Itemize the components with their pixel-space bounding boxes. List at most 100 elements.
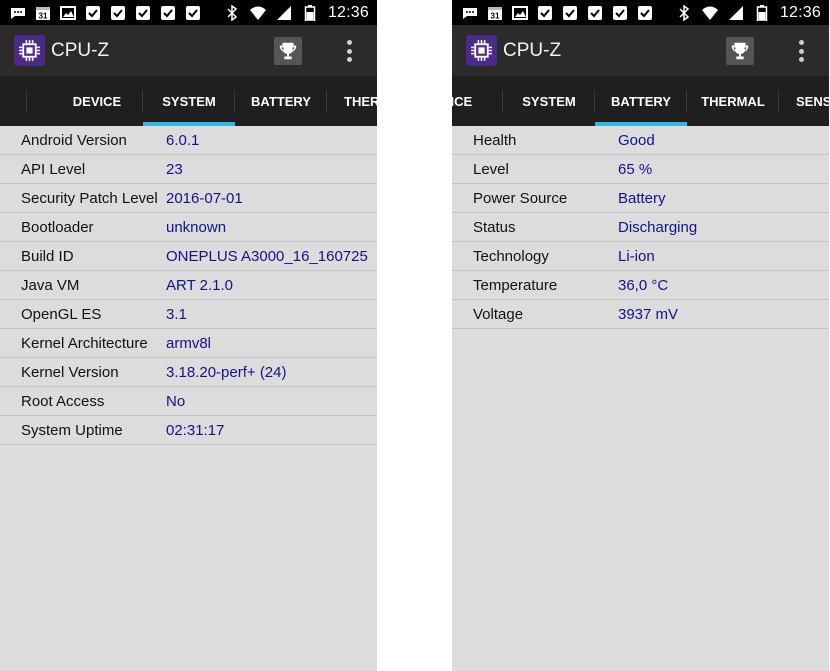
screen-system: 31 12:36 CPU-Z OC DEVICE SYSTEM BATT xyxy=(0,0,377,671)
row-label: Power Source xyxy=(473,190,568,207)
tab-label: SYSTEM xyxy=(522,93,576,109)
list-item: Kernel Architecture armv8l xyxy=(0,329,377,358)
tab-system[interactable]: SYSTEM xyxy=(503,76,595,126)
row-label: Technology xyxy=(473,248,549,265)
list-item: API Level 23 xyxy=(0,155,377,184)
row-label: Bootloader xyxy=(21,219,94,236)
trophy-button[interactable] xyxy=(274,37,302,65)
wifi-icon xyxy=(701,5,718,21)
checkbox-icon xyxy=(637,5,653,21)
tab-thermal[interactable]: THERMAL xyxy=(687,76,779,126)
list-item: Health Good xyxy=(452,126,829,155)
row-value: Discharging xyxy=(618,219,698,236)
tab-thermal[interactable]: THERM xyxy=(327,76,377,126)
app-bar: CPU-Z xyxy=(0,25,377,76)
calendar-day: 31 xyxy=(39,12,48,21)
image-icon xyxy=(512,5,528,21)
list-item: Root Access No xyxy=(0,387,377,416)
status-bar: 31 12:36 xyxy=(0,0,377,25)
tab-label: VICE xyxy=(452,93,473,109)
list-item: Power Source Battery xyxy=(452,184,829,213)
image-icon xyxy=(60,5,76,21)
list-item: Kernel Version 3.18.20-perf+ (24) xyxy=(0,358,377,387)
message-icon xyxy=(462,5,478,21)
tab-bar: OC DEVICE SYSTEM BATTERY THERM xyxy=(0,76,377,126)
overflow-menu-icon[interactable] xyxy=(341,38,357,64)
tab-battery[interactable]: BATTERY xyxy=(595,76,687,126)
trophy-icon xyxy=(277,40,299,62)
battery-icon xyxy=(302,5,318,21)
row-label: Level xyxy=(473,161,509,178)
app-title: CPU-Z xyxy=(503,40,562,61)
cpu-chip-icon xyxy=(14,35,45,66)
row-value: 3.1 xyxy=(166,306,187,323)
row-value: 6.0.1 xyxy=(166,132,200,149)
app-bar: CPU-Z xyxy=(452,25,829,76)
list-item: Security Patch Level 2016-07-01 xyxy=(0,184,377,213)
tab-battery[interactable]: BATTERY xyxy=(235,76,327,126)
checkbox-icon xyxy=(562,5,578,21)
wifi-icon xyxy=(249,5,266,21)
row-value: ONEPLUS A3000_16_160725 xyxy=(166,248,368,265)
tab-device[interactable]: DEVICE xyxy=(51,76,143,126)
list-item: OpenGL ES 3.1 xyxy=(0,300,377,329)
row-label: Android Version xyxy=(21,132,127,149)
status-bar: 31 12:36 xyxy=(452,0,829,25)
list-item: Android Version 6.0.1 xyxy=(0,126,377,155)
row-label: System Uptime xyxy=(21,422,123,439)
checkbox-icon xyxy=(537,5,553,21)
tab-device[interactable]: VICE xyxy=(452,76,503,126)
row-value: 23 xyxy=(166,161,183,178)
tab-bar: VICE SYSTEM BATTERY THERMAL SENSO xyxy=(452,76,829,126)
row-label: Health xyxy=(473,132,517,149)
row-value: 02:31:17 xyxy=(166,422,225,439)
row-value: armv8l xyxy=(166,335,212,352)
row-label: API Level xyxy=(21,161,86,178)
row-value: 3937 mV xyxy=(618,306,679,323)
row-label: Temperature xyxy=(473,277,558,294)
cpu-chip-icon xyxy=(466,35,497,66)
signal-icon xyxy=(728,5,744,21)
list-item: Build ID ONEPLUS A3000_16_160725 xyxy=(0,242,377,271)
row-label: Kernel Version xyxy=(21,364,119,381)
row-label: Voltage xyxy=(473,306,524,323)
message-icon xyxy=(10,5,26,21)
info-list: Health Good Level 65 % Power Source Battery… xyxy=(452,126,829,329)
tab-sensors[interactable]: SENSO xyxy=(779,76,829,126)
trophy-button[interactable] xyxy=(726,37,754,65)
list-item: Level 65 % xyxy=(452,155,829,184)
row-label: Java VM xyxy=(21,277,80,294)
tab-label: THERM xyxy=(344,93,377,109)
tab-system[interactable]: SYSTEM xyxy=(143,76,235,126)
app-title: CPU-Z xyxy=(51,40,110,61)
signal-icon xyxy=(276,5,292,21)
battery-icon xyxy=(754,5,770,21)
checkbox-icon xyxy=(160,5,176,21)
checkbox-icon xyxy=(85,5,101,21)
row-value: No xyxy=(166,393,186,410)
row-label: Kernel Architecture xyxy=(21,335,148,352)
tab-label: BATTERY xyxy=(611,93,671,109)
info-list: Android Version 6.0.1 API Level 23 Securit… xyxy=(0,126,377,445)
clock: 12:36 xyxy=(779,4,821,21)
calendar-icon: 31 xyxy=(487,5,503,21)
list-item: Java VM ART 2.1.0 xyxy=(0,271,377,300)
checkbox-icon xyxy=(135,5,151,21)
row-label: Status xyxy=(473,219,516,236)
clock: 12:36 xyxy=(327,4,369,21)
screen-battery: 31 12:36 CPU-Z VICE SYSTEM BATTERY T xyxy=(452,0,829,671)
overflow-menu-icon[interactable] xyxy=(793,38,809,64)
row-value: Battery xyxy=(618,190,666,207)
row-value: 65 % xyxy=(618,161,653,178)
row-label: Security Patch Level xyxy=(21,190,158,207)
list-item: Status Discharging xyxy=(452,213,829,242)
tab-soc[interactable]: OC xyxy=(0,76,27,126)
checkbox-icon xyxy=(587,5,603,21)
trophy-icon xyxy=(729,40,751,62)
calendar-day: 31 xyxy=(491,12,500,21)
list-item: System Uptime 02:31:17 xyxy=(0,416,377,445)
checkbox-icon xyxy=(185,5,201,21)
row-value: 2016-07-01 xyxy=(166,190,243,207)
row-label: OpenGL ES xyxy=(21,306,102,323)
row-value: unknown xyxy=(166,219,227,236)
